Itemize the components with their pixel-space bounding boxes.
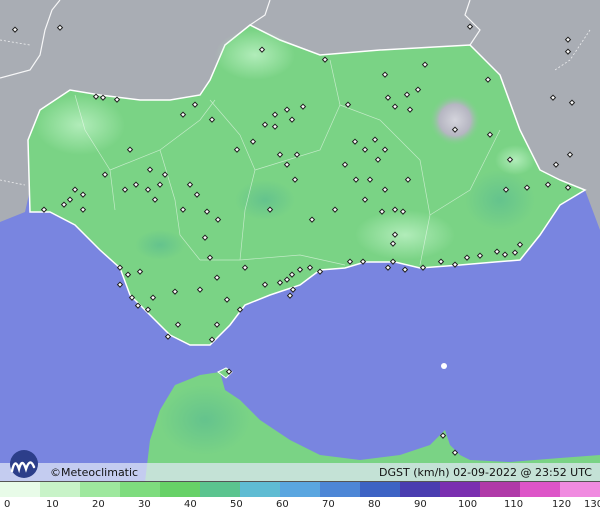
scale-segment [160, 482, 201, 497]
island-marker [441, 363, 447, 369]
scale-segment [200, 482, 241, 497]
light-wind-area [35, 95, 125, 155]
scale-segment [80, 482, 121, 497]
scale-tick-label: 70 [322, 499, 335, 510]
scale-segment [40, 482, 81, 497]
scale-segment [360, 482, 401, 497]
light-wind-area [355, 210, 455, 260]
scale-tick-label: 110 [504, 499, 524, 510]
scale-tick-label: 30 [138, 499, 151, 510]
scale-segment [120, 482, 161, 497]
legend-title: DGST (km/h) 02-09-2022 @ 23:52 UTC [379, 466, 592, 479]
scale-segment [400, 482, 441, 497]
light-wind-area [215, 30, 295, 80]
scale-tick-label: 0 [4, 499, 11, 510]
scale-segment [320, 482, 361, 497]
scale-ticks: 0 10 20 30 40 50 60 70 80 90 100 110 120 130 [0, 497, 600, 517]
scale-tick-label: 50 [230, 499, 243, 510]
scale-tick-label: 20 [92, 499, 105, 510]
scale-tick-label: 10 [46, 499, 59, 510]
scale-tick-label: 40 [184, 499, 197, 510]
calm-area [429, 94, 481, 146]
scale-segment [0, 482, 41, 497]
scale-tick-label: 60 [276, 499, 289, 510]
stronger-wind-area [235, 180, 295, 220]
stronger-wind-area [135, 230, 185, 260]
scale-segment [480, 482, 521, 497]
scale-tick-label: 80 [368, 499, 381, 510]
scale-tick-label: 90 [414, 499, 427, 510]
copyright-symbol: © [50, 466, 61, 479]
scale-tick-label: 130 [584, 499, 600, 510]
scale-segment [560, 482, 600, 497]
scale-segment [240, 482, 281, 497]
brand-credit: ©Meteoclimatic [50, 466, 138, 479]
scale-segment [280, 482, 321, 497]
scale-tick-label: 100 [458, 499, 478, 510]
scale-segment [440, 482, 481, 497]
scale-segment [520, 482, 561, 497]
stronger-wind-area [160, 385, 250, 455]
color-scale [0, 482, 600, 497]
meteoclimatic-logo-icon [10, 450, 38, 478]
brand-name: Meteoclimatic [61, 466, 139, 479]
wind-gust-map [0, 0, 600, 482]
scale-tick-label: 120 [552, 499, 572, 510]
